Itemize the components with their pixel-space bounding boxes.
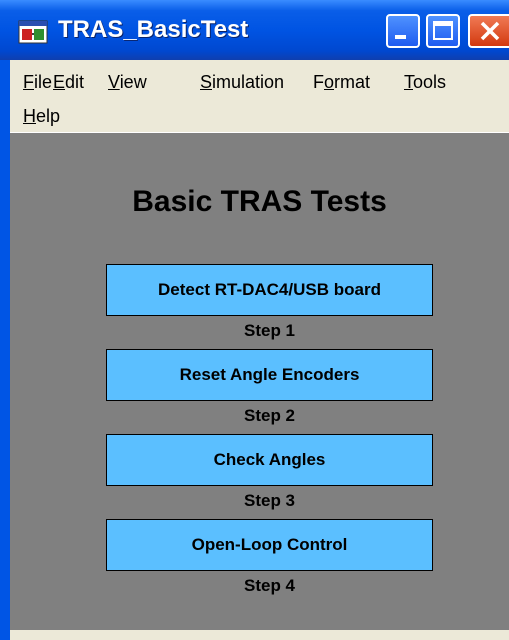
model-canvas[interactable]: Basic TRAS Tests Detect RT-DAC4/USB boar… xyxy=(10,132,509,631)
menu-file-mnemonic: F xyxy=(23,72,34,92)
menu-view-mnemonic: V xyxy=(108,72,120,92)
menu-help-mnemonic: H xyxy=(23,106,36,126)
menu-tools[interactable]: Tools xyxy=(404,72,446,93)
menu-tools-label: ools xyxy=(413,72,447,92)
menu-edit-mnemonic: E xyxy=(53,72,66,92)
simulink-model-icon xyxy=(18,20,48,44)
app-window: TRAS_BasicTest File Edit View Simulation… xyxy=(0,0,509,640)
menu-file-label: ile xyxy=(34,72,53,92)
menu-format-mnemonic: o xyxy=(324,72,335,92)
step-1-label: Step 1 xyxy=(243,321,296,340)
menu-help[interactable]: Help xyxy=(23,106,60,127)
window-title: TRAS_BasicTest xyxy=(58,16,249,43)
detect-board-button[interactable]: Detect RT-DAC4/USB board xyxy=(106,264,433,316)
menu-tools-mnemonic: T xyxy=(404,72,413,92)
maximize-button[interactable] xyxy=(426,14,460,48)
check-angles-button[interactable]: Check Angles xyxy=(106,434,433,486)
step-3-label: Step 3 xyxy=(243,491,296,510)
menu-simulation[interactable]: Simulation xyxy=(200,72,284,93)
menu-view[interactable]: View xyxy=(108,72,147,93)
maximize-icon xyxy=(433,21,453,40)
status-bar xyxy=(10,630,509,640)
menu-simulation-mnemonic: S xyxy=(200,72,213,92)
step-4-label: Step 4 xyxy=(243,576,296,595)
menu-bar: File Edit View Simulation Format Tools H… xyxy=(10,60,509,132)
menu-view-label: iew xyxy=(119,72,147,92)
window-left-border xyxy=(0,60,10,640)
menu-edit[interactable]: Edit xyxy=(53,72,84,93)
close-button[interactable] xyxy=(468,14,509,48)
menu-format[interactable]: Format xyxy=(313,72,370,93)
menu-simulation-label: imulation xyxy=(212,72,285,92)
minimize-icon xyxy=(395,35,406,39)
title-bar[interactable]: TRAS_BasicTest xyxy=(0,0,509,60)
step-2-label: Step 2 xyxy=(243,406,296,425)
menu-help-label: elp xyxy=(36,106,61,126)
menu-format-label: rmat xyxy=(334,72,371,92)
minimize-button[interactable] xyxy=(386,14,420,48)
menu-format-prefix: F xyxy=(313,72,324,92)
open-loop-control-button[interactable]: Open-Loop Control xyxy=(106,519,433,571)
page-title: Basic TRAS Tests xyxy=(132,185,387,218)
menu-edit-label: dit xyxy=(65,72,85,92)
menu-file[interactable]: File xyxy=(23,72,52,93)
reset-encoders-button[interactable]: Reset Angle Encoders xyxy=(106,349,433,401)
close-icon xyxy=(480,21,500,41)
